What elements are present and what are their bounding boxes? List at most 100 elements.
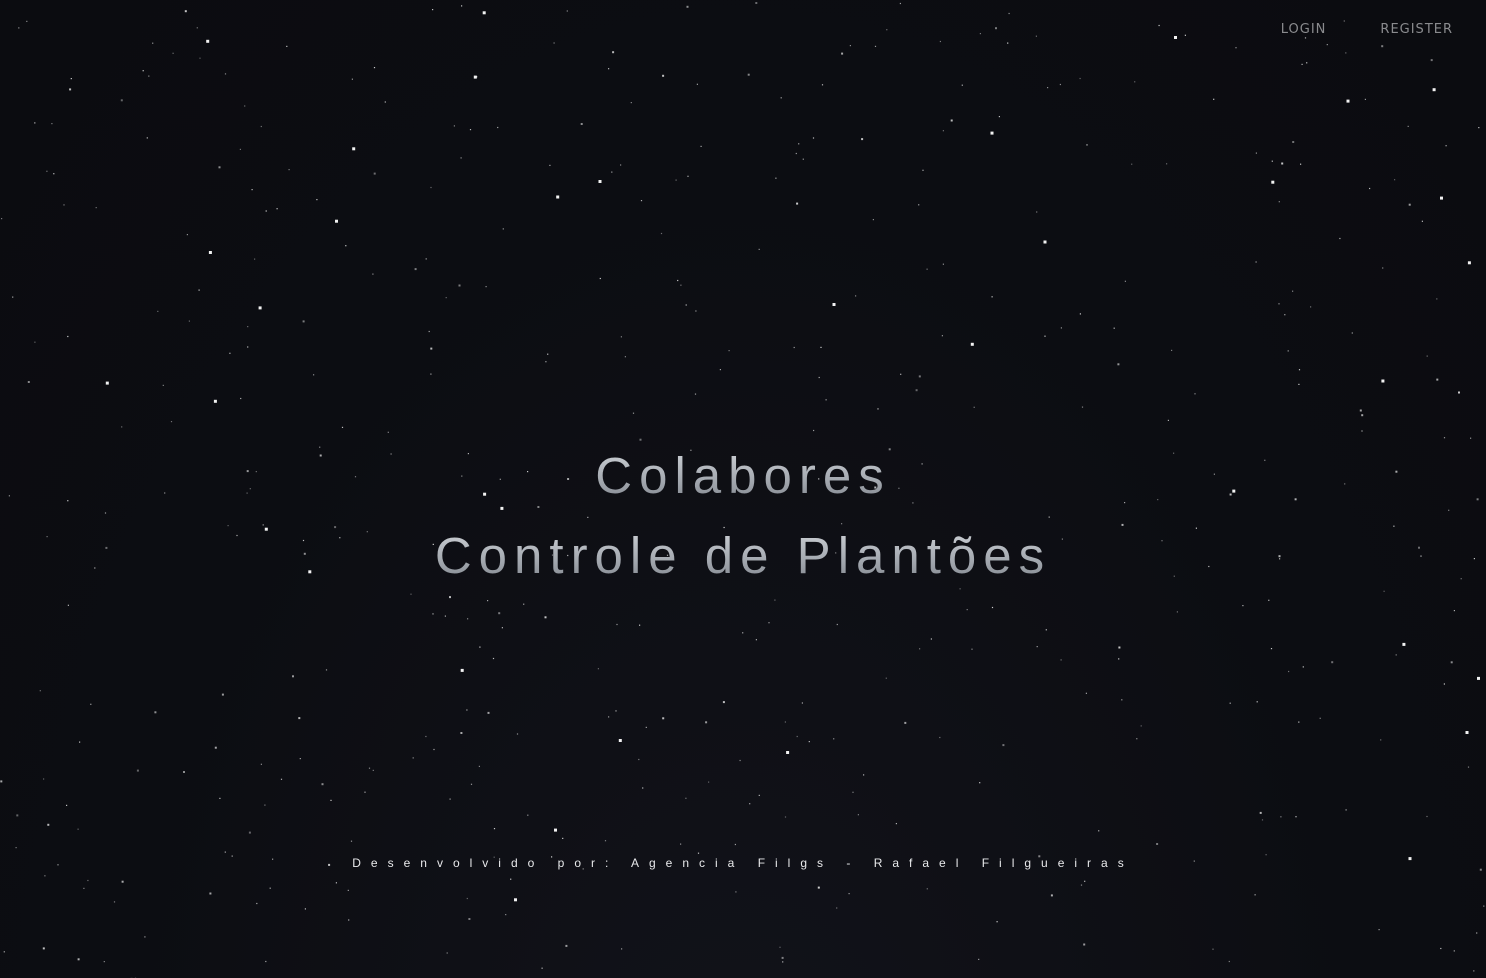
star [1212, 948, 1214, 950]
star [781, 956, 784, 959]
star [1050, 894, 1053, 897]
login-link[interactable]: LOGIN [1281, 20, 1327, 40]
star [1036, 646, 1038, 648]
star [247, 346, 249, 348]
star [580, 123, 583, 125]
star [1440, 196, 1443, 200]
star [615, 710, 617, 712]
star [325, 669, 328, 671]
star [136, 769, 139, 772]
star [995, 27, 997, 30]
star [991, 606, 994, 609]
star [1426, 815, 1428, 818]
star [758, 248, 760, 250]
star [1319, 717, 1321, 719]
star [1346, 99, 1350, 103]
star [1280, 816, 1282, 818]
star [685, 304, 687, 306]
star [1432, 88, 1436, 92]
register-link[interactable]: REGISTER [1380, 20, 1453, 40]
star [825, 399, 827, 401]
star [186, 234, 188, 236]
star [861, 138, 864, 141]
star [70, 78, 72, 80]
star [1255, 152, 1257, 154]
star [565, 944, 568, 947]
star [680, 284, 682, 286]
star [1134, 81, 1136, 83]
star [105, 381, 109, 385]
star [1473, 970, 1475, 972]
star [841, 52, 844, 55]
star [556, 195, 560, 199]
star [493, 828, 496, 830]
star [482, 11, 486, 15]
star [877, 408, 879, 410]
star [121, 880, 124, 883]
star [1407, 125, 1409, 127]
star [34, 341, 36, 343]
star [0, 780, 3, 783]
star [1483, 905, 1485, 907]
star [1044, 335, 1046, 337]
star [39, 690, 41, 692]
star [1361, 414, 1364, 417]
star [820, 346, 822, 348]
hero-subtitle: Controle de Plantões [0, 516, 1486, 596]
star [599, 277, 601, 280]
star [808, 741, 810, 743]
star [510, 878, 512, 880]
star [152, 42, 154, 44]
star [247, 326, 249, 328]
star [1467, 261, 1471, 265]
star [1443, 683, 1445, 685]
star [188, 320, 190, 322]
star [1278, 303, 1280, 305]
star [813, 429, 815, 432]
star [162, 384, 164, 386]
star [446, 952, 448, 954]
star [298, 717, 301, 720]
star [206, 39, 210, 43]
star [469, 129, 472, 131]
star [26, 20, 28, 22]
star [1167, 419, 1169, 421]
star [77, 828, 79, 830]
star [1477, 676, 1480, 680]
star [1310, 306, 1312, 308]
star [697, 852, 700, 854]
star [695, 310, 697, 312]
star [478, 765, 480, 767]
star [1476, 932, 1478, 934]
star [608, 68, 610, 70]
star [1298, 721, 1300, 723]
star [1059, 83, 1061, 86]
star [1124, 280, 1126, 282]
star [288, 169, 290, 171]
star [351, 78, 353, 80]
star [286, 45, 288, 47]
star [15, 847, 17, 849]
star [1345, 809, 1347, 811]
star [224, 851, 226, 853]
star [224, 73, 227, 75]
star [348, 919, 350, 921]
star [904, 721, 907, 724]
star [1430, 59, 1433, 62]
star [1453, 950, 1455, 952]
star [1450, 661, 1453, 664]
star [63, 204, 65, 206]
star [638, 758, 640, 761]
star [412, 757, 414, 759]
star [183, 771, 185, 773]
star [345, 245, 347, 247]
star [728, 350, 730, 352]
star [872, 219, 874, 221]
star [67, 335, 69, 338]
star [251, 189, 253, 191]
star [1213, 98, 1215, 100]
star [113, 901, 116, 903]
star [1359, 409, 1362, 412]
star [620, 336, 622, 338]
star [1298, 383, 1300, 385]
